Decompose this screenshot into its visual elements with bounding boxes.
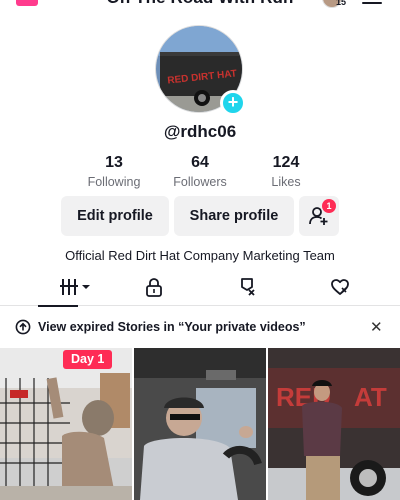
share-profile-button[interactable]: Share profile (174, 196, 294, 236)
notification-count: 15 (336, 0, 347, 7)
username: @rdhc06 (163, 122, 237, 141)
profile-avatar[interactable]: RED DIRT HAT + (155, 25, 246, 116)
video-2-image (134, 348, 266, 500)
add-photo-button[interactable]: + (220, 90, 246, 116)
followers-stat[interactable]: 64 Followers (160, 154, 240, 189)
video-grid: Day 1 RED AT (0, 348, 400, 500)
repost-icon (241, 278, 255, 296)
following-label: Following (87, 175, 141, 189)
profile-tabs (0, 268, 400, 307)
active-tab-underline (38, 305, 78, 307)
likes-count: 124 (272, 154, 300, 171)
top-bar: On The Road With Rdh 15 (0, 0, 400, 10)
stats-row: 13 Following 64 Followers 124 Likes (74, 154, 326, 194)
liked-heart-icon (331, 279, 349, 295)
video-thumbnail[interactable]: RED AT (268, 348, 400, 500)
following-count: 13 (105, 154, 123, 171)
add-friends-button[interactable]: 1 (299, 196, 339, 236)
close-icon[interactable]: ✕ (370, 318, 383, 336)
likes-label: Likes (271, 175, 301, 189)
tab-reposts[interactable] (208, 268, 288, 306)
day-badge: Day 1 (63, 350, 113, 369)
upload-cloud-icon (15, 319, 31, 335)
bio: Official Red Dirt Hat Company Marketing … (65, 248, 335, 263)
tab-private[interactable] (114, 268, 194, 306)
likes-stat[interactable]: 124 Likes (246, 154, 326, 189)
expired-stories-notice[interactable]: View expired Stories in “Your private vi… (0, 314, 400, 342)
trailer-logo-text: AT (354, 382, 387, 412)
video-3-image: RED AT (268, 348, 400, 500)
followers-label: Followers (173, 175, 227, 189)
following-stat[interactable]: 13 Following (74, 154, 154, 189)
edit-profile-button[interactable]: Edit profile (61, 196, 169, 236)
menu-icon[interactable] (362, 0, 382, 4)
stories-notice-text: View expired Stories in “Your private vi… (38, 320, 306, 334)
friends-notification-badge: 1 (322, 199, 336, 213)
tab-liked[interactable] (300, 268, 380, 306)
followers-count: 64 (191, 154, 209, 171)
video-thumbnail[interactable]: Day 1 (0, 348, 132, 500)
tab-videos[interactable] (30, 268, 110, 307)
video-1-image (0, 348, 132, 500)
lock-icon (146, 278, 162, 297)
video-thumbnail[interactable] (134, 348, 266, 500)
videos-grid-icon (60, 279, 90, 295)
